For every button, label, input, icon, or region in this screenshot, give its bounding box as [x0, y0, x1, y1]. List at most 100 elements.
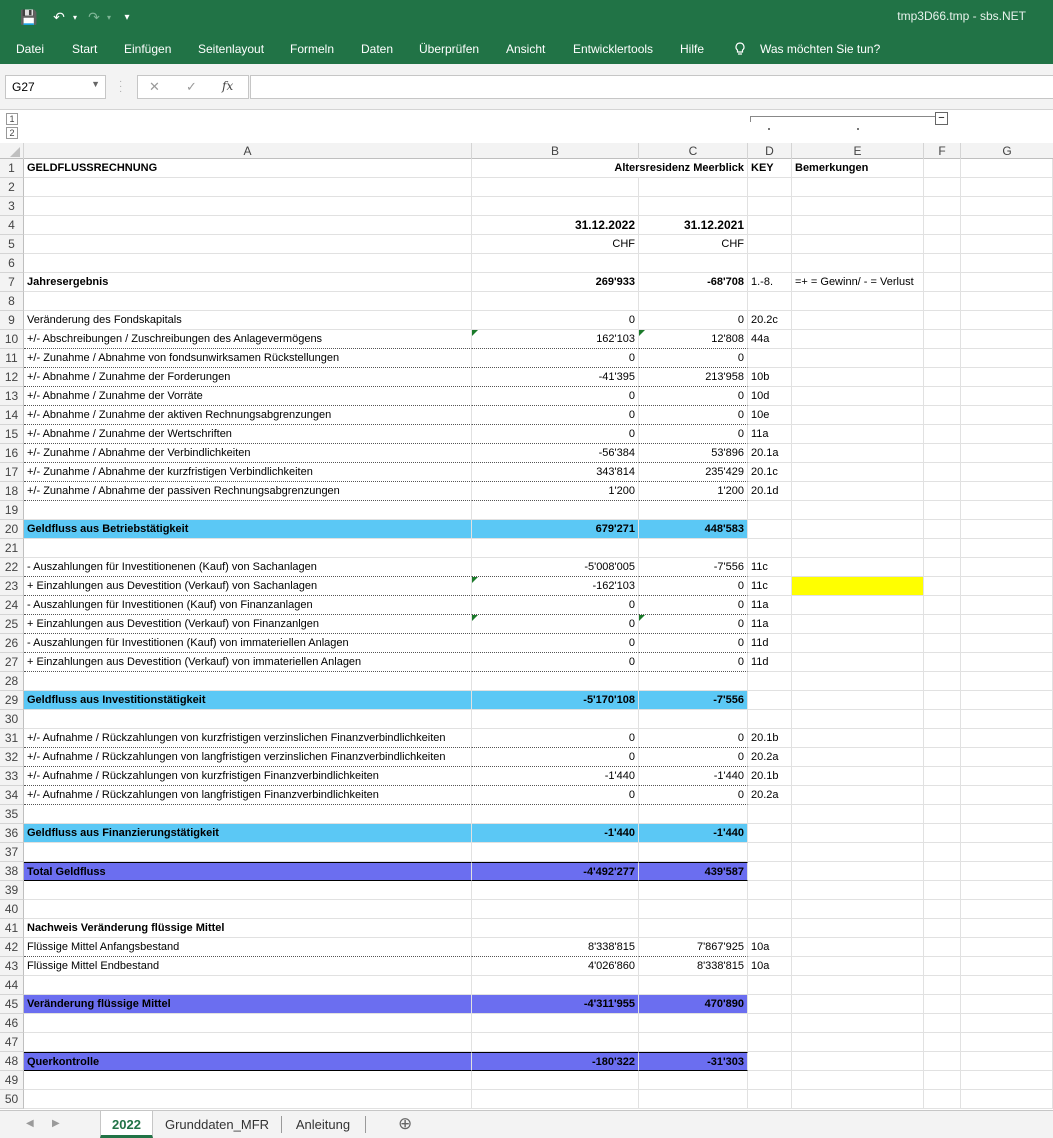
tab-ueberpruefen[interactable]: Überprüfen	[419, 42, 479, 56]
row-header[interactable]: 30	[0, 710, 24, 729]
cell-c47[interactable]	[639, 1033, 748, 1052]
cell-g26[interactable]	[961, 634, 1053, 653]
cell-d3[interactable]	[748, 197, 792, 216]
cell-b32[interactable]: 0	[472, 748, 639, 767]
tab-daten[interactable]: Daten	[361, 42, 393, 56]
cell-b41[interactable]	[472, 919, 639, 938]
tab-ansicht[interactable]: Ansicht	[506, 42, 545, 56]
cell-e4[interactable]	[792, 216, 924, 235]
cell-f31[interactable]	[924, 729, 961, 748]
cell-e44[interactable]	[792, 976, 924, 995]
row-header[interactable]: 33	[0, 767, 24, 786]
tab-formeln[interactable]: Formeln	[290, 42, 334, 56]
cell-b45[interactable]: -4'311'955	[472, 995, 639, 1014]
cell-c20[interactable]: 448'583	[639, 520, 748, 539]
row-header[interactable]: 31	[0, 729, 24, 748]
column-header-g[interactable]: G	[961, 143, 1053, 159]
cell-e31[interactable]	[792, 729, 924, 748]
cell-f30[interactable]	[924, 710, 961, 729]
cell-d1[interactable]: KEY	[748, 159, 792, 178]
cell-a25[interactable]: + Einzahlungen aus Devestition (Verkauf)…	[24, 615, 472, 634]
cell-b9[interactable]: 0	[472, 311, 639, 330]
row-header[interactable]: 11	[0, 349, 24, 368]
cell-c7[interactable]: -68'708	[639, 273, 748, 292]
cell-d48[interactable]	[748, 1052, 792, 1071]
cell-f33[interactable]	[924, 767, 961, 786]
cell-b44[interactable]	[472, 976, 639, 995]
cell-c30[interactable]	[639, 710, 748, 729]
cell-f27[interactable]	[924, 653, 961, 672]
cell-d30[interactable]	[748, 710, 792, 729]
cell-a31[interactable]: +/- Aufnahme / Rückzahlungen von kurzfri…	[24, 729, 472, 748]
cell-e29[interactable]	[792, 691, 924, 710]
cell-d27[interactable]: 11d	[748, 653, 792, 672]
cell-c44[interactable]	[639, 976, 748, 995]
cell-f46[interactable]	[924, 1014, 961, 1033]
row-header[interactable]: 16	[0, 444, 24, 463]
cell-e5[interactable]	[792, 235, 924, 254]
cell-d11[interactable]	[748, 349, 792, 368]
cell-b15[interactable]: 0	[472, 425, 639, 444]
cell-f10[interactable]	[924, 330, 961, 349]
row-header[interactable]: 3	[0, 197, 24, 216]
outline-level-1-button[interactable]: 1	[6, 113, 18, 125]
cell-f42[interactable]	[924, 938, 961, 957]
cell-a2[interactable]	[24, 178, 472, 197]
row-header[interactable]: 48	[0, 1052, 24, 1071]
row-header[interactable]: 27	[0, 653, 24, 672]
cell-e14[interactable]	[792, 406, 924, 425]
cancel-icon[interactable]: ✕	[149, 79, 160, 95]
cell-d50[interactable]	[748, 1090, 792, 1109]
row-header[interactable]: 36	[0, 824, 24, 843]
cell-g29[interactable]	[961, 691, 1053, 710]
cell-a36[interactable]: Geldfluss aus Finanzierungstätigkeit	[24, 824, 472, 843]
cell-g39[interactable]	[961, 881, 1053, 900]
cell-g16[interactable]	[961, 444, 1053, 463]
cell-d35[interactable]	[748, 805, 792, 824]
chevron-down-icon[interactable]: ▼	[91, 79, 100, 89]
row-header[interactable]: 22	[0, 558, 24, 577]
cell-d43[interactable]: 10a	[748, 957, 792, 976]
cell-b33[interactable]: -1'440	[472, 767, 639, 786]
cell-a42[interactable]: Flüssige Mittel Anfangsbestand	[24, 938, 472, 957]
cell-c32[interactable]: 0	[639, 748, 748, 767]
cell-f43[interactable]	[924, 957, 961, 976]
cell-g25[interactable]	[961, 615, 1053, 634]
cell-f22[interactable]	[924, 558, 961, 577]
enter-icon[interactable]: ✓	[186, 79, 197, 95]
cell-a28[interactable]	[24, 672, 472, 691]
cell-b50[interactable]	[472, 1090, 639, 1109]
cell-e15[interactable]	[792, 425, 924, 444]
cell-e37[interactable]	[792, 843, 924, 862]
cell-f12[interactable]	[924, 368, 961, 387]
cell-a30[interactable]	[24, 710, 472, 729]
cell-d18[interactable]: 20.1d	[748, 482, 792, 501]
cell-f21[interactable]	[924, 539, 961, 558]
cell-g24[interactable]	[961, 596, 1053, 615]
customize-toolbar-icon[interactable]: ▾	[120, 8, 134, 26]
cell-c5[interactable]: CHF	[639, 235, 748, 254]
cell-a45[interactable]: Veränderung flüssige Mittel	[24, 995, 472, 1014]
cell-g8[interactable]	[961, 292, 1053, 311]
cell-c34[interactable]: 0	[639, 786, 748, 805]
cell-d40[interactable]	[748, 900, 792, 919]
cell-e35[interactable]	[792, 805, 924, 824]
cell-e36[interactable]	[792, 824, 924, 843]
cell-a17[interactable]: +/- Zunahme / Abnahme der kurzfristigen …	[24, 463, 472, 482]
row-header[interactable]: 37	[0, 843, 24, 862]
cell-c39[interactable]	[639, 881, 748, 900]
row-header[interactable]: 44	[0, 976, 24, 995]
cell-a41[interactable]: Nachweis Veränderung flüssige Mittel	[24, 919, 472, 938]
outline-collapse-button[interactable]: −	[935, 112, 948, 125]
row-header[interactable]: 18	[0, 482, 24, 501]
cell-g19[interactable]	[961, 501, 1053, 520]
cell-d16[interactable]: 20.1a	[748, 444, 792, 463]
row-header[interactable]: 10	[0, 330, 24, 349]
row-header[interactable]: 1	[0, 159, 24, 178]
cell-c28[interactable]	[639, 672, 748, 691]
cell-f35[interactable]	[924, 805, 961, 824]
cell-g50[interactable]	[961, 1090, 1053, 1109]
cell-e26[interactable]	[792, 634, 924, 653]
cell-e18[interactable]	[792, 482, 924, 501]
cell-b35[interactable]	[472, 805, 639, 824]
